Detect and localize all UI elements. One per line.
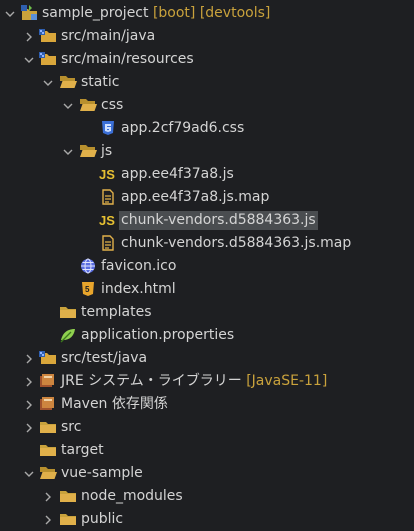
tree-item-label: css xyxy=(101,97,124,113)
tree-item-app-js-map[interactable]: app.ee4f37a8.js.map xyxy=(0,186,414,209)
js-file-icon: JS xyxy=(99,165,117,183)
tree-item-label: static xyxy=(81,74,120,90)
chevron-down-icon[interactable] xyxy=(42,71,54,94)
properties-icon xyxy=(59,326,77,344)
tree-item-label: chunk-vendors.d5884363.js.map xyxy=(121,235,352,251)
folder-open-icon xyxy=(79,96,97,114)
tree-item-label: favicon.ico xyxy=(101,258,177,274)
js-file-icon: JS xyxy=(99,211,117,229)
project-explorer-tree: sample_project [boot] [devtools] src/mai… xyxy=(0,0,414,527)
tree-item-label: JRE システム・ライブラリー xyxy=(61,373,242,389)
tree-item-label: templates xyxy=(81,304,152,320)
tree-item-src-main-java[interactable]: src/main/java xyxy=(0,25,414,48)
folder-icon xyxy=(59,510,77,528)
svg-text:5: 5 xyxy=(85,285,90,294)
tree-item-static[interactable]: static xyxy=(0,71,414,94)
chevron-right-icon[interactable] xyxy=(23,370,35,393)
tree-item-label: src/main/resources xyxy=(61,51,194,67)
tree-item-jre-library[interactable]: JRE システム・ライブラリー [JavaSE-11] xyxy=(0,370,414,393)
tree-item-node-modules[interactable]: node_modules xyxy=(0,485,414,508)
svg-text:JS: JS xyxy=(99,167,115,181)
tree-item-label-selected: chunk-vendors.d5884363.js xyxy=(119,211,318,230)
folder-icon xyxy=(59,487,77,505)
chevron-right-icon[interactable] xyxy=(23,25,35,48)
folder-open-icon xyxy=(79,142,97,160)
tree-item-maven-dependencies[interactable]: Maven 依存関係 xyxy=(0,393,414,416)
tree-item-label: js xyxy=(101,143,113,159)
project-icon xyxy=(20,4,38,22)
tree-item-label: application.properties xyxy=(81,327,235,343)
tree-item-label: vue-sample xyxy=(61,465,143,481)
tree-item-label: sample_project xyxy=(42,5,149,21)
tree-item-label: index.html xyxy=(101,281,176,297)
chevron-right-icon[interactable] xyxy=(23,347,35,370)
globe-icon xyxy=(79,257,97,275)
chevron-right-icon[interactable] xyxy=(42,485,54,508)
tree-item-index-html[interactable]: 5 index.html xyxy=(0,278,414,301)
tree-item-app-js[interactable]: JS app.ee4f37a8.js xyxy=(0,163,414,186)
folder-open-icon xyxy=(39,464,57,482)
tree-item-src-test-java[interactable]: src/test/java xyxy=(0,347,414,370)
tree-item-js[interactable]: js xyxy=(0,140,414,163)
chevron-down-icon[interactable] xyxy=(62,94,74,117)
tree-item-label: Maven 依存関係 xyxy=(61,396,168,412)
tree-item-application-properties[interactable]: application.properties xyxy=(0,324,414,347)
tree-item-label: app.ee4f37a8.js xyxy=(121,166,234,182)
source-folder-icon xyxy=(39,349,57,367)
text-file-icon xyxy=(99,188,117,206)
folder-icon xyxy=(59,303,77,321)
svg-text:JS: JS xyxy=(99,213,115,227)
jre-version-decoration: [JavaSE-11] xyxy=(246,373,328,389)
library-icon xyxy=(39,372,57,390)
css-file-icon xyxy=(99,119,117,137)
folder-icon xyxy=(39,418,57,436)
chevron-right-icon[interactable] xyxy=(23,416,35,439)
html-file-icon: 5 xyxy=(79,280,97,298)
tree-item-label: app.2cf79ad6.css xyxy=(121,120,245,136)
folder-icon xyxy=(39,441,57,459)
chevron-down-icon[interactable] xyxy=(62,140,74,163)
tree-item-target[interactable]: target xyxy=(0,439,414,462)
chevron-right-icon[interactable] xyxy=(23,393,35,416)
source-folder-icon xyxy=(39,50,57,68)
tree-item-label: src xyxy=(61,419,82,435)
tree-item-vue-sample[interactable]: vue-sample xyxy=(0,462,414,485)
folder-open-icon xyxy=(59,73,77,91)
tree-item-app-css[interactable]: app.2cf79ad6.css xyxy=(0,117,414,140)
source-folder-icon xyxy=(39,27,57,45)
chevron-down-icon[interactable] xyxy=(23,462,35,485)
project-decoration: [boot] [devtools] xyxy=(152,5,271,21)
tree-item-templates[interactable]: templates xyxy=(0,301,414,324)
tree-item-chunk-vendors-js[interactable]: JS chunk-vendors.d5884363.js xyxy=(0,209,414,232)
tree-item-css[interactable]: css xyxy=(0,94,414,117)
tree-item-chunk-vendors-js-map[interactable]: chunk-vendors.d5884363.js.map xyxy=(0,232,414,255)
tree-item-src-main-resources[interactable]: src/main/resources xyxy=(0,48,414,71)
tree-item-label: src/main/java xyxy=(61,28,156,44)
text-file-icon xyxy=(99,234,117,252)
tree-item-sample-project[interactable]: sample_project [boot] [devtools] xyxy=(0,2,414,25)
tree-item-label: node_modules xyxy=(81,488,183,504)
tree-item-favicon[interactable]: favicon.ico xyxy=(0,255,414,278)
tree-item-label: app.ee4f37a8.js.map xyxy=(121,189,270,205)
tree-item-src[interactable]: src xyxy=(0,416,414,439)
library-icon xyxy=(39,395,57,413)
chevron-down-icon[interactable] xyxy=(23,48,35,71)
tree-item-label: src/test/java xyxy=(61,350,148,366)
chevron-down-icon[interactable] xyxy=(4,2,16,25)
tree-item-label: target xyxy=(61,442,104,458)
